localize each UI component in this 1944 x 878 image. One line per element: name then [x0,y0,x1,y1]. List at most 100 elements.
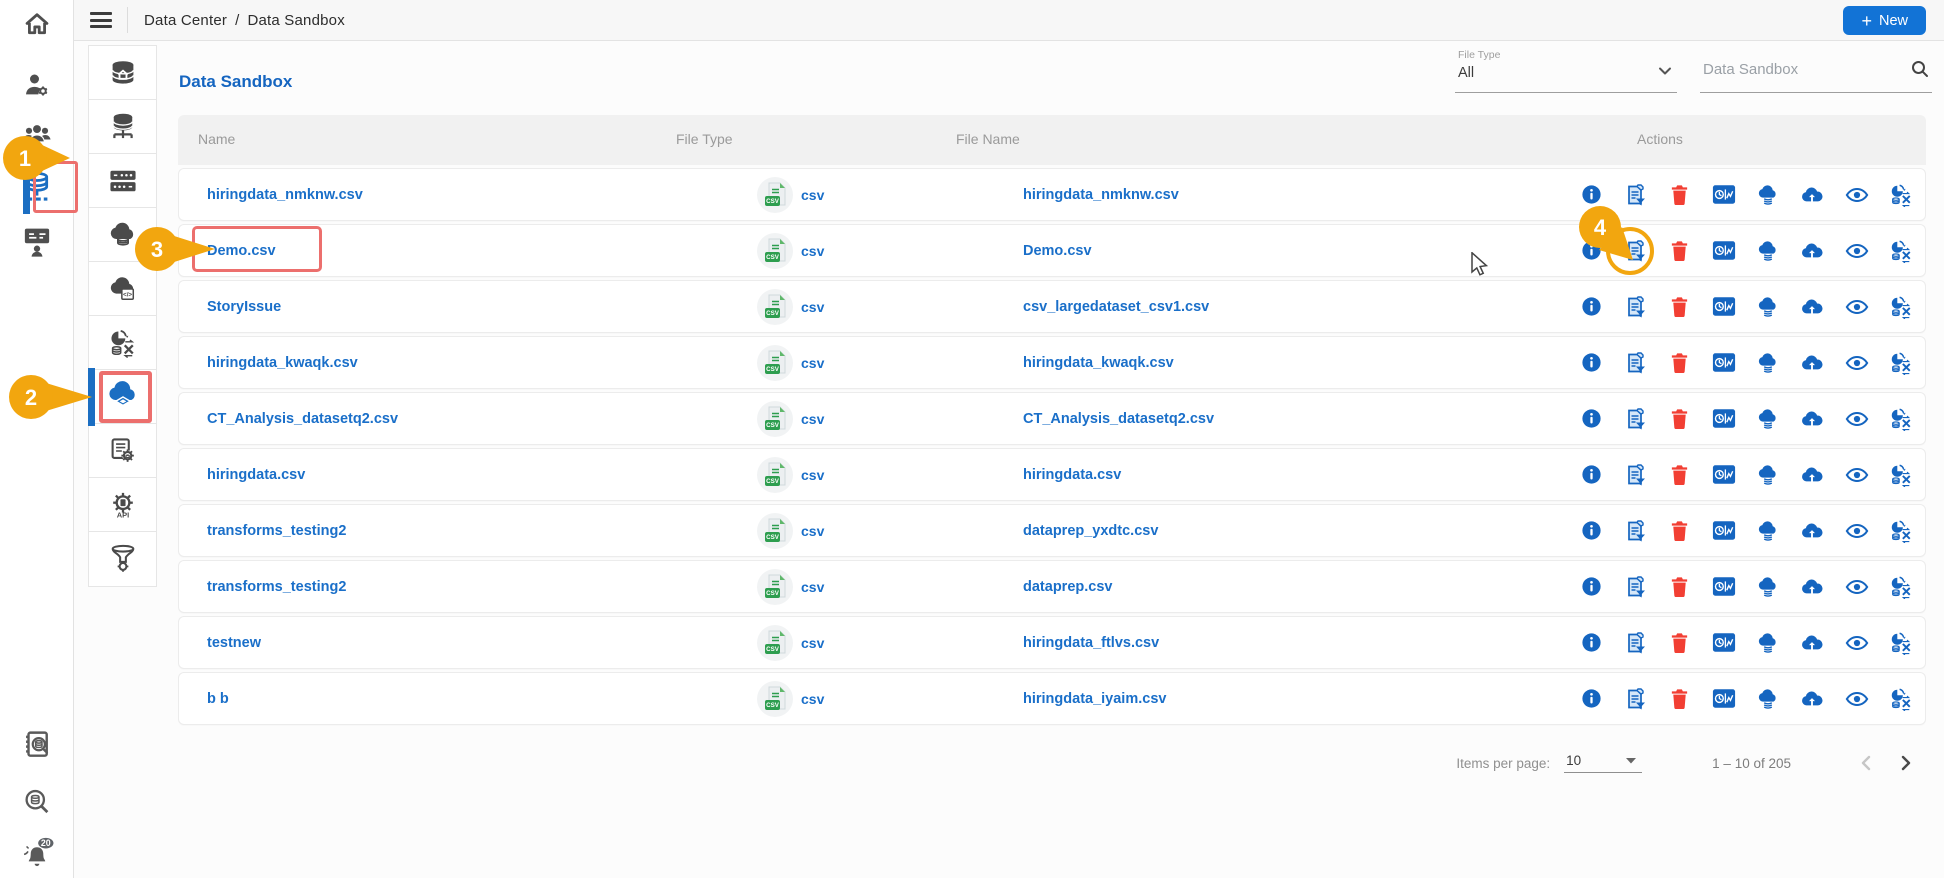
transform-cancel-icon[interactable] [1889,351,1913,375]
preview-eye-icon[interactable] [1845,575,1869,599]
sidebar-item-process-settings[interactable] [89,424,156,478]
data-center-nav-item-selected[interactable] [0,166,74,210]
profile-chart-icon[interactable] [1712,575,1736,599]
dataset-filter-icon[interactable] [1623,519,1647,543]
home-nav-item[interactable] [0,2,74,46]
cloud-database-icon[interactable] [1756,239,1780,263]
info-icon[interactable] [1579,295,1603,319]
transform-cancel-icon[interactable] [1889,407,1913,431]
delete-icon[interactable] [1668,239,1692,263]
dataset-name-link[interactable]: hiringdata_kwaqk.csv [207,355,358,371]
delete-icon[interactable] [1668,183,1692,207]
profile-chart-icon[interactable] [1712,351,1736,375]
dataset-filter-icon[interactable] [1623,687,1647,711]
profile-chart-icon[interactable] [1712,239,1736,263]
delete-icon[interactable] [1668,519,1692,543]
file-name-link[interactable]: CT_Analysis_datasetq2.csv [1023,411,1214,427]
cloud-upload-icon[interactable] [1800,351,1824,375]
sidebar-item-cloud-code[interactable]: </> [89,262,156,316]
delete-icon[interactable] [1668,295,1692,319]
menu-toggle-button[interactable] [90,12,112,28]
delete-icon[interactable] [1668,631,1692,655]
info-icon[interactable] [1579,183,1603,207]
cloud-database-icon[interactable] [1756,519,1780,543]
file-name-link[interactable]: hiringdata_kwaqk.csv [1023,355,1174,371]
presentation-nav-item[interactable] [0,220,74,264]
dataset-filter-icon[interactable] [1623,183,1647,207]
dataset-name-link[interactable]: transforms_testing2 [207,579,346,595]
file-name-link[interactable]: hiringdata_nmknw.csv [1023,187,1179,203]
cloud-upload-icon[interactable] [1800,295,1824,319]
notifications-nav-item[interactable]: 20 [0,830,74,874]
info-icon[interactable] [1579,575,1603,599]
user-admin-nav-item[interactable] [0,63,74,107]
delete-icon[interactable] [1668,575,1692,599]
info-icon[interactable] [1579,519,1603,543]
cloud-database-icon[interactable] [1756,407,1780,431]
preview-eye-icon[interactable] [1845,519,1869,543]
dataset-name-link[interactable]: StoryIssue [207,299,281,315]
preview-eye-icon[interactable] [1845,351,1869,375]
cloud-database-icon[interactable] [1756,687,1780,711]
profile-chart-icon[interactable] [1712,687,1736,711]
dataset-filter-icon[interactable] [1623,407,1647,431]
delete-icon[interactable] [1668,407,1692,431]
dataset-name-link[interactable]: hiringdata_nmknw.csv [207,187,363,203]
cloud-database-icon[interactable] [1756,631,1780,655]
preview-eye-icon[interactable] [1845,463,1869,487]
dataset-name-link[interactable]: hiringdata.csv [207,467,305,483]
cloud-upload-icon[interactable] [1800,519,1824,543]
items-per-page-select[interactable]: 10 [1564,753,1642,773]
transform-cancel-icon[interactable] [1889,463,1913,487]
preview-eye-icon[interactable] [1845,239,1869,263]
info-icon[interactable] [1579,631,1603,655]
file-type-filter[interactable]: File Type All [1455,47,1677,93]
dataset-filter-icon[interactable] [1623,463,1647,487]
next-page-button[interactable] [1886,743,1926,783]
dataset-filter-icon[interactable] [1623,239,1647,263]
audit-log-nav-item[interactable] [0,724,74,768]
cloud-upload-icon[interactable] [1800,687,1824,711]
preview-eye-icon[interactable] [1845,687,1869,711]
file-name-link[interactable]: hiringdata_ftlvs.csv [1023,635,1159,651]
cloud-upload-icon[interactable] [1800,407,1824,431]
new-button[interactable]: + New [1843,6,1926,35]
cloud-database-icon[interactable] [1756,295,1780,319]
delete-icon[interactable] [1668,463,1692,487]
sidebar-item-pipeline-settings[interactable] [89,532,156,586]
transform-cancel-icon[interactable] [1889,687,1913,711]
profile-chart-icon[interactable] [1712,407,1736,431]
dataset-name-link[interactable]: testnew [207,635,261,651]
transform-cancel-icon[interactable] [1889,295,1913,319]
breadcrumb-data-center[interactable]: Data Center [144,12,227,29]
cloud-upload-icon[interactable] [1800,631,1824,655]
transform-cancel-icon[interactable] [1889,519,1913,543]
cloud-database-icon[interactable] [1756,575,1780,599]
sidebar-item-data-marts[interactable] [89,154,156,208]
dataset-name-link[interactable]: transforms_testing2 [207,523,346,539]
dataset-filter-icon[interactable] [1623,295,1647,319]
file-name-link[interactable]: dataprep_yxdtc.csv [1023,523,1158,539]
sidebar-item-data-sources[interactable] [89,100,156,154]
sidebar-item-data-center-home[interactable] [89,46,156,100]
transform-cancel-icon[interactable] [1889,183,1913,207]
dataset-filter-icon[interactable] [1623,575,1647,599]
sidebar-item-data-sandbox-selected[interactable] [89,370,156,424]
cloud-upload-icon[interactable] [1800,463,1824,487]
transform-cancel-icon[interactable] [1889,239,1913,263]
info-icon[interactable] [1579,463,1603,487]
sidebar-item-data-transforms[interactable] [89,316,156,370]
cloud-upload-icon[interactable] [1800,239,1824,263]
file-name-link[interactable]: hiringdata.csv [1023,467,1121,483]
profile-chart-icon[interactable] [1712,463,1736,487]
cloud-database-icon[interactable] [1756,183,1780,207]
delete-icon[interactable] [1668,351,1692,375]
profile-chart-icon[interactable] [1712,295,1736,319]
dataset-name-link[interactable]: b b [207,691,229,707]
cloud-upload-icon[interactable] [1800,575,1824,599]
file-name-link[interactable]: hiringdata_iyaim.csv [1023,691,1166,707]
profile-chart-icon[interactable] [1712,631,1736,655]
delete-icon[interactable] [1668,687,1692,711]
transform-cancel-icon[interactable] [1889,631,1913,655]
cloud-upload-icon[interactable] [1800,183,1824,207]
